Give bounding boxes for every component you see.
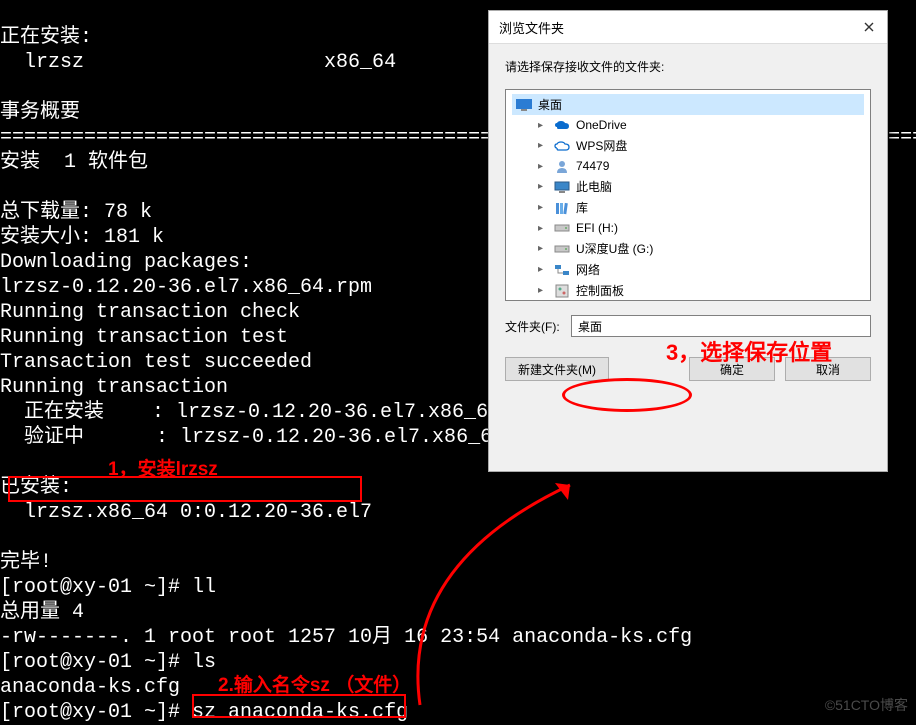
chevron-right-icon: ▸ (538, 202, 548, 213)
tree-item-network[interactable]: ▸ 网络 (534, 259, 864, 280)
chevron-right-icon: ▸ (538, 264, 548, 275)
tree-item-label: U深度U盘 (G:) (576, 240, 653, 257)
chevron-right-icon: ▸ (538, 140, 548, 151)
folder-field-label: 文件夹(F): (505, 318, 565, 335)
watermark: ©51CTO博客 (825, 695, 908, 715)
browse-folder-dialog: 浏览文件夹 请选择保存接收文件的文件夹: 桌面 ▸ OneDrive ▸ (488, 10, 888, 472)
line: Running transaction check (0, 301, 300, 324)
library-icon (554, 200, 570, 216)
tree-item-label: OneDrive (576, 118, 627, 132)
chevron-right-icon: ▸ (538, 285, 548, 296)
tree-item-libraries[interactable]: ▸ 库 (534, 197, 864, 218)
tree-item-label: 桌面 (538, 96, 562, 113)
line: 验证中 : lrzsz-0.12.20-36.el7.x86_6 (0, 426, 492, 449)
tree-item-label: 此电脑 (576, 178, 612, 195)
line: Running transaction test (0, 326, 288, 349)
tree-item-this-pc[interactable]: ▸ 此电脑 (534, 176, 864, 197)
dialog-title: 浏览文件夹 (499, 18, 564, 37)
tree-item-label: EFI (H:) (576, 221, 618, 235)
tree-item-label: 库 (576, 199, 588, 216)
tree-root-desktop[interactable]: 桌面 (512, 94, 864, 115)
dialog-titlebar: 浏览文件夹 (489, 11, 887, 44)
drive-icon (554, 220, 570, 236)
chevron-right-icon: ▸ (538, 243, 548, 254)
line: lrzsz x86_64 (0, 51, 396, 74)
line: 总用量 4 (0, 601, 84, 624)
pc-icon (554, 179, 570, 195)
line: 正在安装 : lrzsz-0.12.20-36.el7.x86_6 (0, 401, 488, 424)
folder-name-input[interactable] (571, 315, 871, 337)
line: anaconda-ks.cfg (0, 676, 180, 699)
new-folder-button[interactable]: 新建文件夹(M) (505, 357, 609, 381)
network-icon (554, 262, 570, 278)
line: [root@xy-01 ~]# ll (0, 576, 216, 599)
tree-item-onedrive[interactable]: ▸ OneDrive (534, 115, 864, 135)
desktop-icon (516, 97, 532, 113)
line: 安装大小: 181 k (0, 226, 164, 249)
tree-item-label: 74479 (576, 159, 609, 173)
line: Running transaction (0, 376, 228, 399)
tree-item-label: 控制面板 (576, 282, 624, 299)
close-icon[interactable] (855, 17, 883, 37)
highlight-box-sz-command (192, 694, 406, 718)
user-icon (554, 158, 570, 174)
line: -rw-------. 1 root root 1257 10月 16 23:5… (0, 626, 692, 649)
line: 正在安装: (0, 26, 92, 49)
tree-item-wps[interactable]: ▸ WPS网盘 (534, 135, 864, 156)
line: 事务概要 (0, 101, 80, 124)
line: [root@xy-01 ~]# ls (0, 651, 216, 674)
line: lrzsz-0.12.20-36.el7.x86_64.rpm (0, 276, 372, 299)
wps-icon (554, 138, 570, 154)
annotation-2: 2.输入名令sz （文件） (218, 670, 411, 697)
chevron-right-icon: ▸ (538, 161, 548, 172)
line: lrzsz.x86_64 0:0.12.20-36.el7 (0, 501, 372, 524)
control-panel-icon (554, 283, 570, 299)
line: Downloading packages: (0, 251, 252, 274)
tree-item-label: 网络 (576, 261, 600, 278)
dialog-prompt: 请选择保存接收文件的文件夹: (505, 58, 871, 75)
annotation-1: 1，安装lrzsz (108, 454, 218, 481)
onedrive-icon (554, 117, 570, 133)
chevron-right-icon: ▸ (538, 223, 548, 234)
folder-tree[interactable]: 桌面 ▸ OneDrive ▸ WPS网盘 ▸ 74479 (505, 89, 871, 301)
line: 总下载量: 78 k (0, 201, 152, 224)
drive-icon (554, 241, 570, 257)
tree-item-control-panel[interactable]: ▸ 控制面板 (534, 280, 864, 301)
chevron-right-icon: ▸ (538, 181, 548, 192)
line: Transaction test succeeded (0, 351, 312, 374)
chevron-right-icon: ▸ (538, 120, 548, 131)
annotation-3: 3，选择保存位置 (666, 335, 832, 367)
tree-item-label: WPS网盘 (576, 137, 627, 154)
line: 完毕! (0, 551, 52, 574)
line: 安装 1 软件包 (0, 151, 148, 174)
tree-item-usb-drive[interactable]: ▸ U深度U盘 (G:) (534, 238, 864, 259)
tree-item-user[interactable]: ▸ 74479 (534, 156, 864, 176)
tree-item-efi-drive[interactable]: ▸ EFI (H:) (534, 218, 864, 238)
